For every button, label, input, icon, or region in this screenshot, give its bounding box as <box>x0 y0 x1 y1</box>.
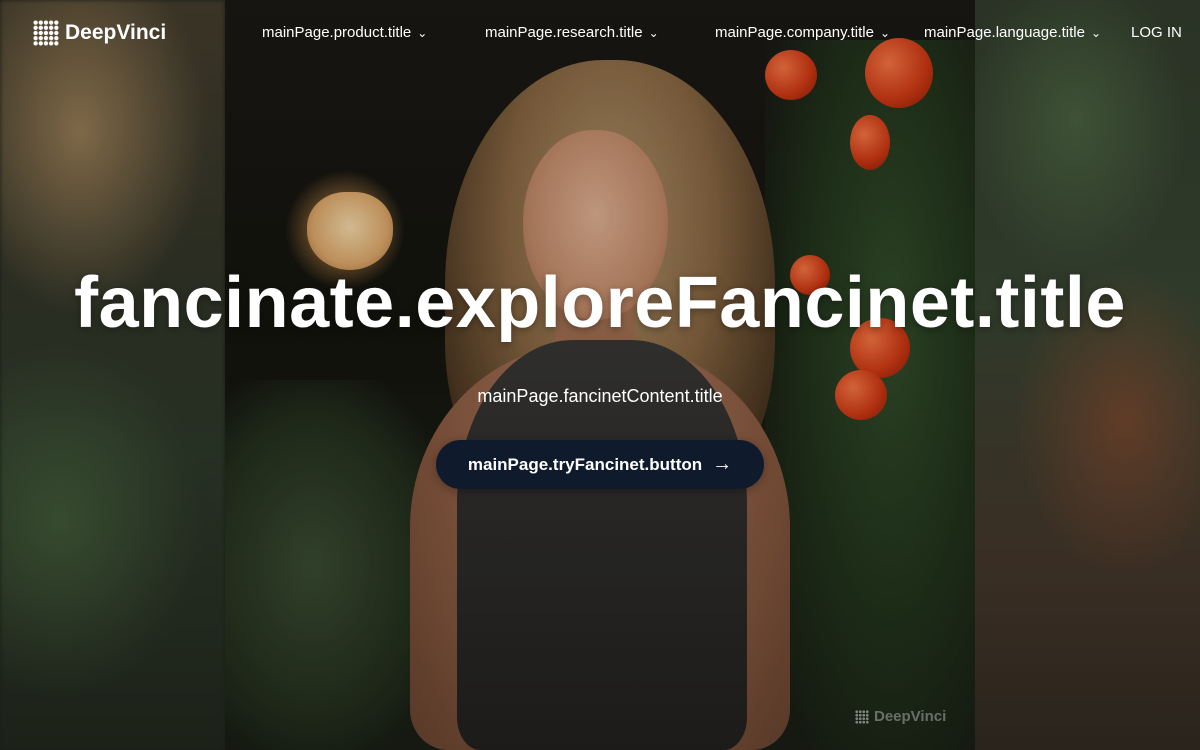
blurred-background-right <box>975 0 1200 750</box>
nav-item-company[interactable]: mainPage.company.title ⌄ <box>715 24 890 41</box>
nav-item-language[interactable]: mainPage.language.title ⌄ <box>924 24 1101 41</box>
watermark-text: DeepVinci <box>874 708 947 725</box>
brand-name: DeepVinci <box>65 21 167 44</box>
blurred-background-left <box>0 0 225 750</box>
hero-title: fancinate.exploreFancinet.title <box>74 263 1126 343</box>
brand-logo[interactable]: DeepVinci <box>33 20 166 46</box>
chevron-down-icon: ⌄ <box>648 25 659 40</box>
top-navigation: DeepVinci mainPage.product.title ⌄ mainP… <box>0 0 1200 66</box>
nav-item-product[interactable]: mainPage.product.title ⌄ <box>262 24 427 41</box>
chevron-down-icon: ⌄ <box>1090 25 1102 40</box>
cta-label: mainPage.tryFancinet.button <box>467 454 703 474</box>
arrow-right-icon: → <box>712 453 733 475</box>
page: DeepVinci DeepVinci mainPage.product.tit… <box>0 0 1200 750</box>
nav-item-label: mainPage.research.title <box>485 24 643 41</box>
try-fancinet-button[interactable]: mainPage.tryFancinet.button → <box>436 440 764 489</box>
chevron-down-icon: ⌄ <box>417 25 428 40</box>
nav-item-label: mainPage.language.title <box>924 24 1085 41</box>
chevron-down-icon: ⌄ <box>879 25 891 40</box>
watermark-logo-icon <box>855 709 869 724</box>
nav-item-research[interactable]: mainPage.research.title ⌄ <box>485 24 659 41</box>
nav-item-label: mainPage.product.title <box>262 24 412 41</box>
image-overlay <box>225 0 975 750</box>
login-link[interactable]: LOG IN <box>1131 24 1182 41</box>
hero-image: DeepVinci <box>225 0 975 750</box>
hero-subtitle: mainPage.fancinetContent.title <box>477 386 723 406</box>
watermark: DeepVinci <box>855 708 946 725</box>
dot-grid-icon <box>33 20 59 46</box>
nav-item-label: mainPage.company.title <box>715 24 874 41</box>
